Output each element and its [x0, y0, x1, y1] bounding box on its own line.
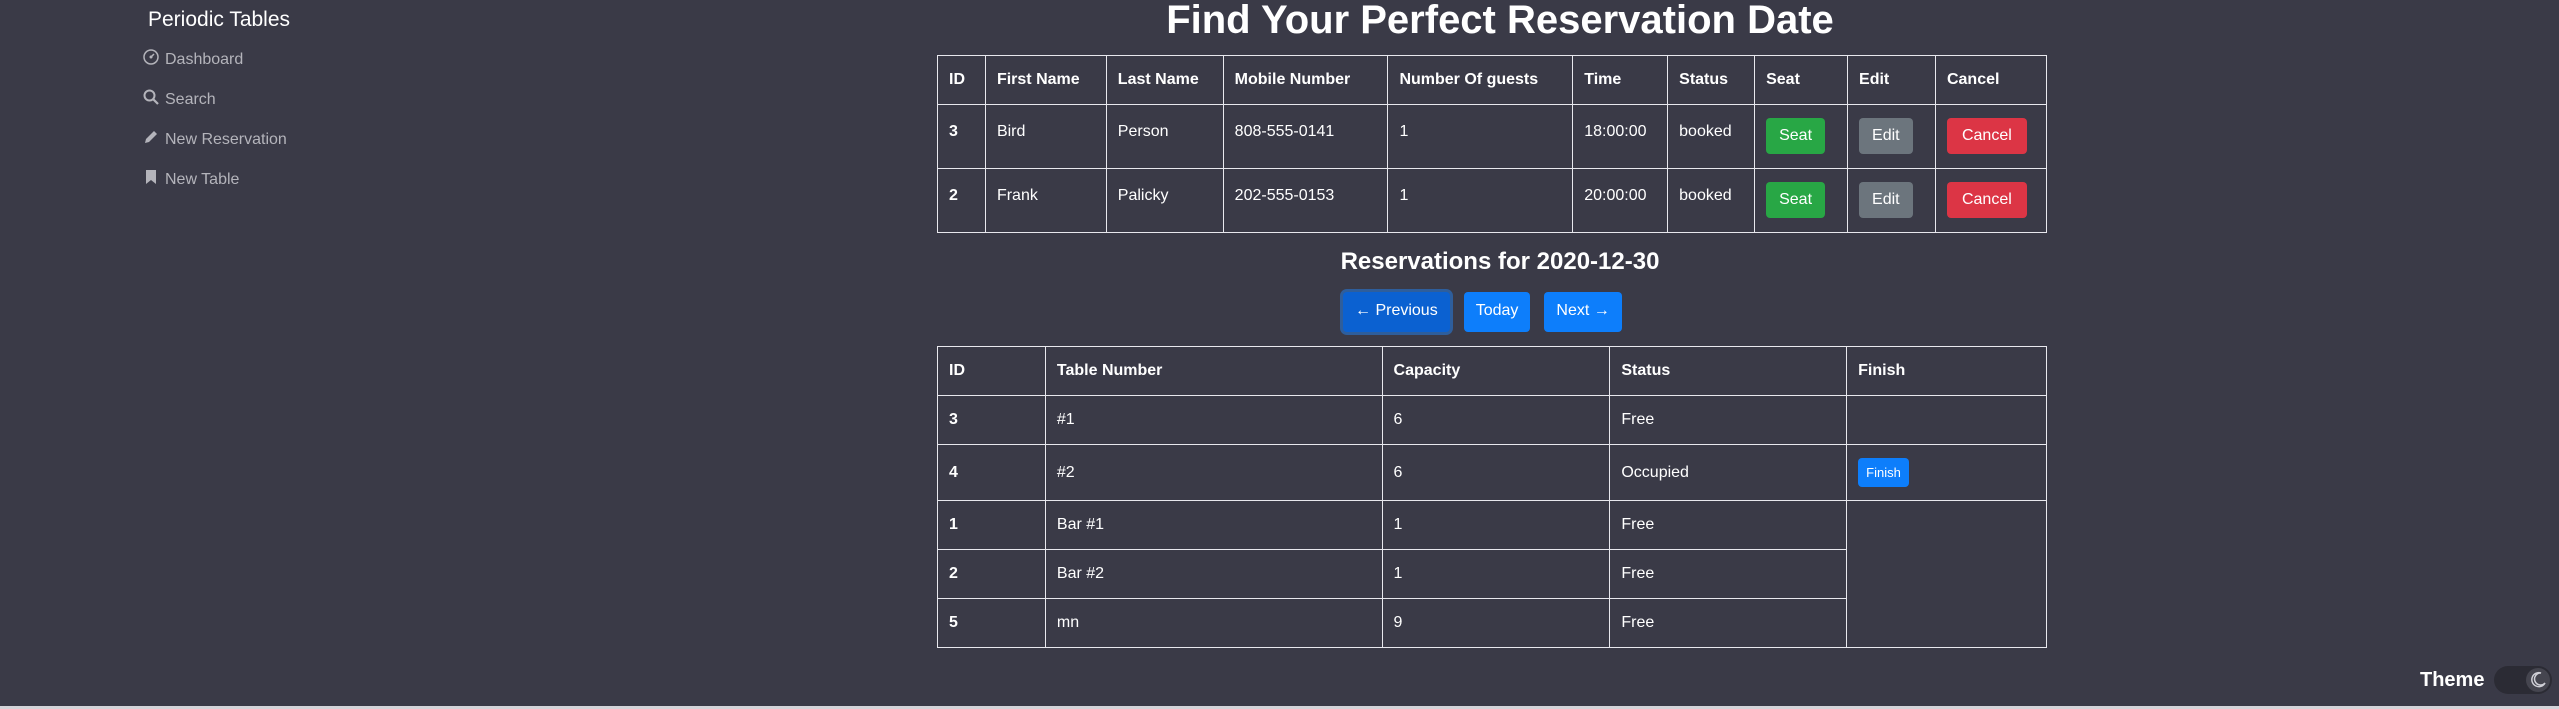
table-id: 2 — [937, 549, 1046, 599]
next-day-button[interactable]: Next → — [1544, 292, 1622, 332]
table-status: Free — [1609, 500, 1848, 550]
bookmark-icon — [143, 169, 159, 190]
seat-button[interactable]: Seat — [1766, 182, 1826, 218]
column-header: First Name — [984, 55, 1107, 105]
finish-cell — [1846, 500, 2047, 648]
mobile-number: 808-555-0141 — [1222, 104, 1389, 169]
table-row: 4 #2 6 Occupied Finish — [937, 444, 2047, 501]
cancel-button[interactable]: Cancel — [1946, 118, 2027, 154]
sidebar-item-dashboard[interactable]: Dashboard — [143, 49, 243, 70]
today-button[interactable]: Today — [1463, 292, 1531, 332]
reservation-id: 3 — [937, 104, 986, 169]
reservation-id: 2 — [937, 168, 986, 233]
column-header: Cancel — [1934, 55, 2048, 105]
column-header: Time — [1572, 55, 1669, 105]
column-header: Last Name — [1105, 55, 1224, 105]
edit-button[interactable]: Edit — [1859, 118, 1913, 154]
table-number: Bar #2 — [1044, 549, 1383, 599]
brand-title[interactable]: Periodic Tables — [148, 8, 290, 32]
pencil-icon — [143, 129, 159, 150]
table-capacity: 6 — [1381, 395, 1611, 445]
reservations-table: ID First Name Last Name Mobile Number Nu… — [937, 55, 2048, 233]
table-row: 1 Bar #1 1 Free — [937, 500, 2047, 648]
theme-control: Theme — [2420, 666, 2553, 694]
column-header: Number Of guests — [1387, 55, 1574, 105]
reservation-status: booked — [1667, 168, 1756, 233]
table-header-row: ID First Name Last Name Mobile Number Nu… — [937, 55, 2048, 105]
dashboard-icon — [143, 49, 159, 70]
table-status: Occupied — [1609, 444, 1848, 501]
table-row: 3 #1 6 Free — [937, 395, 2047, 445]
column-header: ID — [937, 55, 986, 105]
first-name: Bird — [984, 104, 1107, 169]
column-header: Seat — [1754, 55, 1849, 105]
search-icon — [143, 89, 159, 110]
date-navigation: ← Previous Today Next → — [1343, 292, 1622, 332]
column-header: Status — [1609, 346, 1848, 396]
first-name: Frank — [984, 168, 1107, 233]
column-header: Status — [1667, 55, 1756, 105]
reservation-time: 20:00:00 — [1572, 168, 1669, 233]
table-status: Free — [1609, 549, 1848, 599]
reservation-status: booked — [1667, 104, 1756, 169]
table-row: 2 Frank Palicky 202-555-0153 1 20:00:00 … — [937, 168, 2048, 233]
reservations-date-heading: Reservations for 2020-12-30 — [1340, 248, 1660, 275]
column-header: Capacity — [1381, 346, 1611, 396]
table-header-row: ID Table Number Capacity Status Finish — [937, 346, 2047, 396]
table-capacity: 6 — [1381, 444, 1611, 501]
table-capacity: 9 — [1381, 598, 1611, 648]
table-status: Free — [1609, 598, 1848, 648]
previous-day-button[interactable]: ← Previous — [1343, 292, 1450, 332]
sidebar-item-new-reservation[interactable]: New Reservation — [143, 129, 287, 150]
table-id: 4 — [937, 444, 1046, 501]
guest-count: 1 — [1387, 168, 1574, 233]
table-capacity: 1 — [1381, 549, 1611, 599]
finish-cell — [1846, 395, 2047, 445]
reservation-time: 18:00:00 — [1572, 104, 1669, 169]
sidebar-item-new-table[interactable]: New Table — [143, 169, 239, 190]
mobile-number: 202-555-0153 — [1222, 168, 1389, 233]
last-name: Palicky — [1105, 168, 1224, 233]
finish-button[interactable]: Finish — [1858, 458, 1909, 487]
table-number: Bar #1 — [1044, 500, 1383, 550]
seat-button[interactable]: Seat — [1766, 118, 1826, 154]
column-header: Finish — [1846, 346, 2047, 396]
page-title: Find Your Perfect Reservation Date — [1166, 0, 1834, 42]
cancel-button[interactable]: Cancel — [1946, 182, 2027, 218]
column-header: ID — [937, 346, 1046, 396]
moon-icon — [2531, 671, 2547, 688]
column-header: Table Number — [1044, 346, 1383, 396]
guest-count: 1 — [1387, 104, 1574, 169]
table-number: #2 — [1044, 444, 1383, 501]
theme-label: Theme — [2420, 668, 2485, 691]
sidebar-item-label: Dashboard — [165, 50, 244, 68]
table-status: Free — [1609, 395, 1848, 445]
table-id: 3 — [937, 395, 1046, 445]
sidebar-item-search[interactable]: Search — [143, 89, 216, 110]
table-row: 3 Bird Person 808-555-0141 1 18:00:00 bo… — [937, 104, 2048, 169]
last-name: Person — [1105, 104, 1224, 169]
table-number: mn — [1044, 598, 1383, 648]
table-number: #1 — [1044, 395, 1383, 445]
sidebar-item-label: New Reservation — [165, 130, 287, 148]
table-id: 1 — [937, 500, 1046, 550]
column-header: Edit — [1847, 55, 1936, 105]
column-header: Mobile Number — [1222, 55, 1389, 105]
finish-cell: Finish — [1846, 444, 2047, 501]
tables-table: ID Table Number Capacity Status Finish 3… — [937, 346, 2047, 648]
sidebar-item-label: New Table — [165, 170, 240, 188]
edit-button[interactable]: Edit — [1859, 182, 1913, 218]
sidebar-item-label: Search — [165, 90, 216, 108]
table-id: 5 — [937, 598, 1046, 648]
theme-toggle[interactable] — [2494, 666, 2553, 694]
table-capacity: 1 — [1381, 500, 1611, 550]
